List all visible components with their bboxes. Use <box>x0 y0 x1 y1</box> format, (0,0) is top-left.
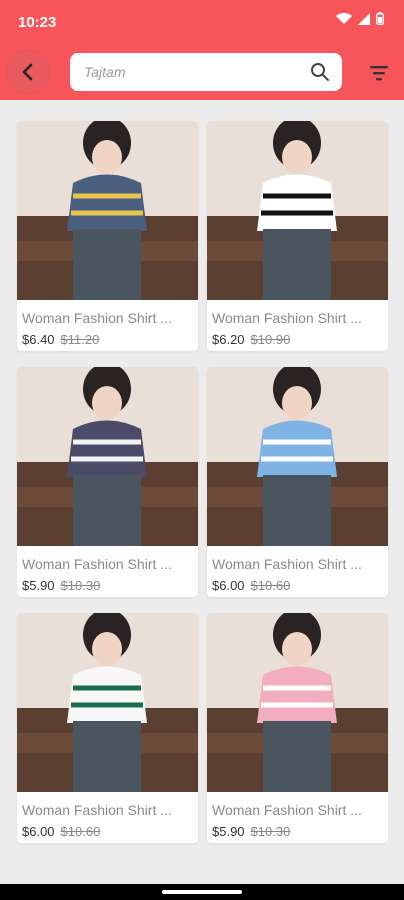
product-grid: Woman Fashion Shirt ... $6.40 $11.20 Woman … <box>17 121 389 843</box>
product-card[interactable]: Woman Fashion Shirt ... $6.40 $11.20 <box>17 121 198 351</box>
status-icons <box>336 12 384 25</box>
battery-icon <box>376 12 384 25</box>
product-image[interactable] <box>17 121 198 300</box>
product-price: $6.00 <box>212 578 245 593</box>
product-price: $5.90 <box>212 824 245 839</box>
product-image[interactable] <box>207 367 388 546</box>
search-input[interactable] <box>82 63 310 81</box>
product-card[interactable]: Woman Fashion Shirt ... $6.00 $10.60 <box>17 613 198 843</box>
product-name[interactable]: Woman Fashion Shirt ... <box>22 556 198 572</box>
top-bar <box>0 44 404 100</box>
chevron-left-icon <box>22 63 33 81</box>
product-card[interactable]: Woman Fashion Shirt ... $5.90 $10.30 <box>17 367 198 597</box>
product-prices: $6.00 $10.60 <box>22 824 198 839</box>
product-original-price: $11.20 <box>60 332 100 347</box>
product-card[interactable]: Woman Fashion Shirt ... $6.20 $10.90 <box>207 121 388 351</box>
product-original-price: $10.30 <box>60 578 101 593</box>
product-prices: $5.90 $10.30 <box>22 578 198 593</box>
product-image[interactable] <box>207 613 388 792</box>
product-image[interactable] <box>17 613 198 792</box>
search-box[interactable] <box>70 53 342 91</box>
product-original-price: $10.90 <box>250 332 291 347</box>
product-card[interactable]: Woman Fashion Shirt ... $6.00 $10.60 <box>207 367 388 597</box>
product-name[interactable]: Woman Fashion Shirt ... <box>212 802 388 818</box>
wifi-icon <box>336 12 352 24</box>
product-name[interactable]: Woman Fashion Shirt ... <box>212 310 388 326</box>
product-original-price: $10.60 <box>60 824 101 839</box>
status-time: 10:23 <box>18 14 57 31</box>
product-image[interactable] <box>17 367 198 546</box>
product-prices: $6.40 $11.20 <box>22 332 198 347</box>
product-name[interactable]: Woman Fashion Shirt ... <box>212 556 388 572</box>
product-price: $6.00 <box>22 824 55 839</box>
home-indicator[interactable] <box>162 890 242 894</box>
product-price: $5.90 <box>22 578 55 593</box>
product-price: $6.40 <box>22 332 55 347</box>
system-nav-bar <box>0 884 404 900</box>
product-price: $6.20 <box>212 332 245 347</box>
product-name[interactable]: Woman Fashion Shirt ... <box>22 310 198 326</box>
product-card[interactable]: Woman Fashion Shirt ... $5.90 $10.30 <box>207 613 388 843</box>
product-prices: $6.00 $10.60 <box>212 578 388 593</box>
product-image[interactable] <box>207 121 388 300</box>
product-original-price: $10.30 <box>250 824 291 839</box>
filter-icon[interactable] <box>368 62 390 84</box>
product-prices: $5.90 $10.30 <box>212 824 388 839</box>
product-original-price: $10.60 <box>250 578 291 593</box>
search-icon[interactable] <box>310 62 330 82</box>
back-button[interactable] <box>6 50 50 94</box>
status-bar: 10:23 <box>0 0 404 44</box>
signal-icon <box>358 12 370 25</box>
product-prices: $6.20 $10.90 <box>212 332 388 347</box>
product-name[interactable]: Woman Fashion Shirt ... <box>22 802 198 818</box>
